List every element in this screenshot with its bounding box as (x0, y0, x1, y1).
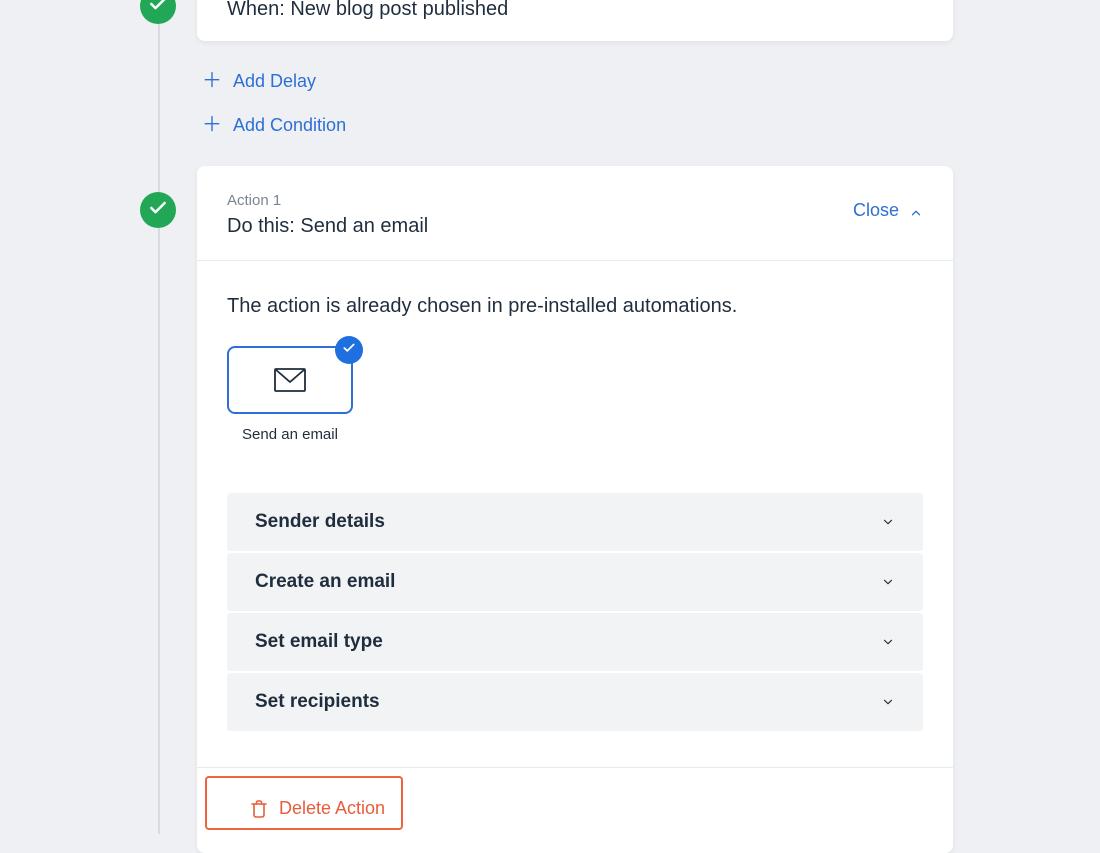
chevron-down-icon (881, 575, 895, 589)
action-title: Do this: Send an email (227, 215, 428, 238)
accordion-title: Create an email (255, 571, 395, 593)
trigger-status-badge (140, 0, 176, 24)
action-header-left: Action 1 Do this: Send an email (227, 192, 428, 238)
add-condition-label: Add Condition (233, 115, 346, 136)
accordion-title: Set email type (255, 631, 383, 653)
chevron-down-icon (881, 515, 895, 529)
plus-icon: ＋ (201, 114, 223, 136)
action-step-label: Action 1 (227, 192, 428, 209)
check-icon (342, 341, 356, 360)
accordion-set-recipients[interactable]: Set recipients (227, 673, 923, 733)
accordion-create-email[interactable]: Create an email (227, 553, 923, 613)
send-email-chip[interactable] (227, 346, 353, 414)
action-body: The action is already chosen in pre-inst… (197, 261, 953, 763)
trash-icon (251, 800, 267, 818)
trigger-title: When: New blog post published (227, 0, 923, 21)
delete-action-label: Delete Action (279, 798, 385, 819)
action-info-text: The action is already chosen in pre-inst… (227, 295, 923, 318)
add-delay-button[interactable]: ＋ Add Delay (197, 68, 350, 94)
action-header: Action 1 Do this: Send an email Close (197, 166, 953, 261)
check-icon (148, 0, 168, 19)
mail-icon (274, 368, 306, 392)
send-email-chip-label: Send an email (242, 426, 338, 443)
add-condition-button[interactable]: ＋ Add Condition (197, 112, 350, 138)
accordion-title: Set recipients (255, 691, 380, 713)
collapse-action-toggle[interactable]: Close (853, 192, 923, 221)
close-label: Close (853, 200, 899, 221)
action-settings-accordion: Sender details Create an email Set email… (227, 493, 923, 733)
add-delay-label: Add Delay (233, 71, 316, 92)
action-type-chip-wrap: Send an email (227, 346, 353, 443)
accordion-sender-details[interactable]: Sender details (227, 493, 923, 553)
check-icon (148, 198, 168, 223)
action-status-badge (140, 192, 176, 228)
action-card: Action 1 Do this: Send an email Close Th… (197, 166, 953, 853)
timeline-connector (158, 0, 160, 834)
chevron-down-icon (881, 635, 895, 649)
delete-action-row: Delete Action (197, 767, 953, 853)
accordion-set-email-type[interactable]: Set email type (227, 613, 923, 673)
trigger-card: When: New blog post published (197, 0, 953, 41)
accordion-title: Sender details (255, 511, 385, 533)
delete-action-button[interactable]: Delete Action (227, 792, 395, 825)
add-step-links: ＋ Add Delay ＋ Add Condition (197, 68, 350, 138)
chevron-up-icon (909, 204, 923, 218)
plus-icon: ＋ (201, 70, 223, 92)
selected-check-badge (335, 336, 363, 364)
chevron-down-icon (881, 695, 895, 709)
